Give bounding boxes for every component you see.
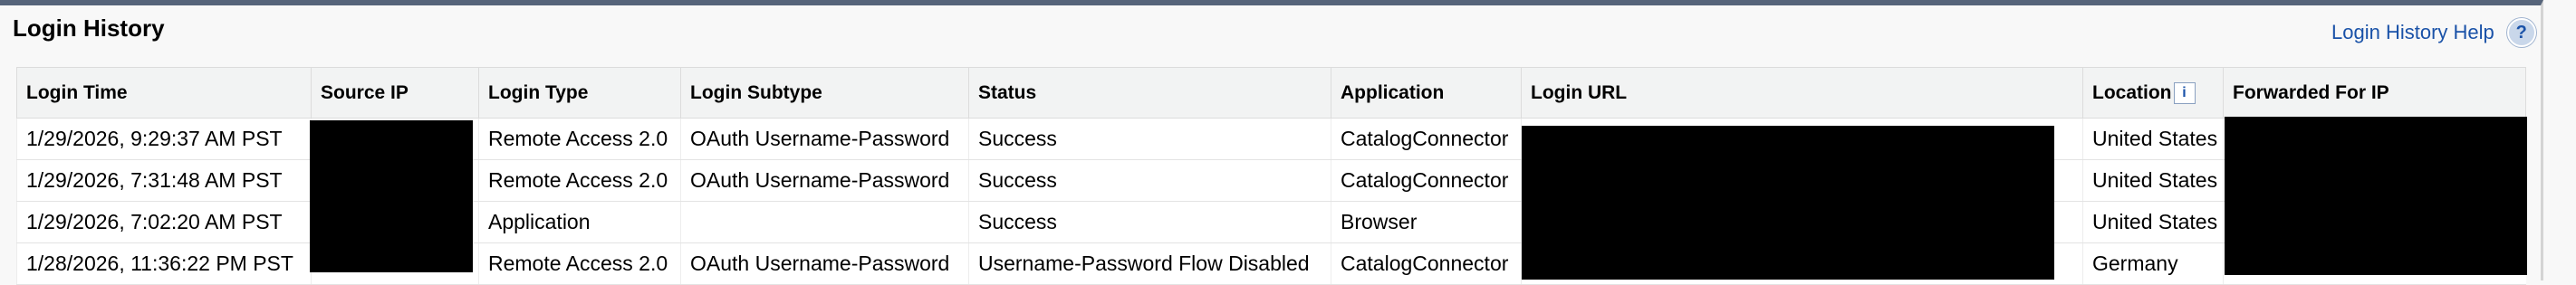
cell-login-subtype [680, 201, 969, 243]
column-header-forwarded-for-ip[interactable]: Forwarded For IP [2223, 67, 2526, 119]
cell-login-subtype: OAuth Username-Password [680, 242, 969, 285]
cell-application: Browser [1331, 201, 1522, 243]
cell-status: Username-Password Flow Disabled [968, 242, 1331, 285]
cell-location: United States [2082, 118, 2224, 160]
cell-application: CatalogConnector [1331, 159, 1522, 202]
cell-login-subtype: OAuth Username-Password [680, 159, 969, 202]
cell-login-time: 1/29/2026, 9:29:37 AM PST [16, 118, 312, 160]
cell-status: Success [968, 159, 1331, 202]
redaction-forwarded-for-ip [2225, 117, 2527, 275]
column-header-location[interactable]: Location i [2082, 67, 2224, 119]
cell-login-time: 1/29/2026, 7:31:48 AM PST [16, 159, 312, 202]
cell-login-type: Remote Access 2.0 [478, 159, 681, 202]
cell-location: United States [2082, 201, 2224, 243]
cell-login-time: 1/28/2026, 11:36:22 PM PST [16, 242, 312, 285]
column-header-application[interactable]: Application [1331, 67, 1522, 119]
redaction-source-ip [310, 120, 473, 272]
cell-location: Germany [2082, 242, 2224, 285]
login-history-help-link[interactable]: Login History Help [2331, 21, 2494, 44]
cell-location: United States [2082, 159, 2224, 202]
cell-login-subtype: OAuth Username-Password [680, 118, 969, 160]
column-header-login-url[interactable]: Login URL [1521, 67, 2083, 119]
cell-application: CatalogConnector [1331, 118, 1522, 160]
cell-login-time: 1/29/2026, 7:02:20 AM PST [16, 201, 312, 243]
column-header-login-time[interactable]: Login Time [16, 67, 312, 119]
page-title: Login History [13, 14, 165, 42]
column-header-status[interactable]: Status [968, 67, 1331, 119]
login-history-panel: Login History Login History Help ? Login… [0, 0, 2543, 285]
help-area: Login History Help ? [2331, 18, 2536, 47]
cell-status: Success [968, 118, 1331, 160]
info-icon[interactable]: i [2173, 81, 2196, 104]
column-header-source-ip[interactable]: Source IP [311, 67, 479, 119]
table-header-row: Login Time Source IP Login Type Login Su… [16, 67, 2526, 119]
cell-login-type: Remote Access 2.0 [478, 242, 681, 285]
cell-login-type: Remote Access 2.0 [478, 118, 681, 160]
column-header-login-type[interactable]: Login Type [478, 67, 681, 119]
cell-application: CatalogConnector [1331, 242, 1522, 285]
column-header-login-subtype[interactable]: Login Subtype [680, 67, 969, 119]
help-icon[interactable]: ? [2506, 18, 2536, 47]
column-header-location-label: Location [2092, 81, 2172, 103]
cell-login-type: Application [478, 201, 681, 243]
redaction-login-url [1522, 126, 2054, 280]
cell-status: Success [968, 201, 1331, 243]
